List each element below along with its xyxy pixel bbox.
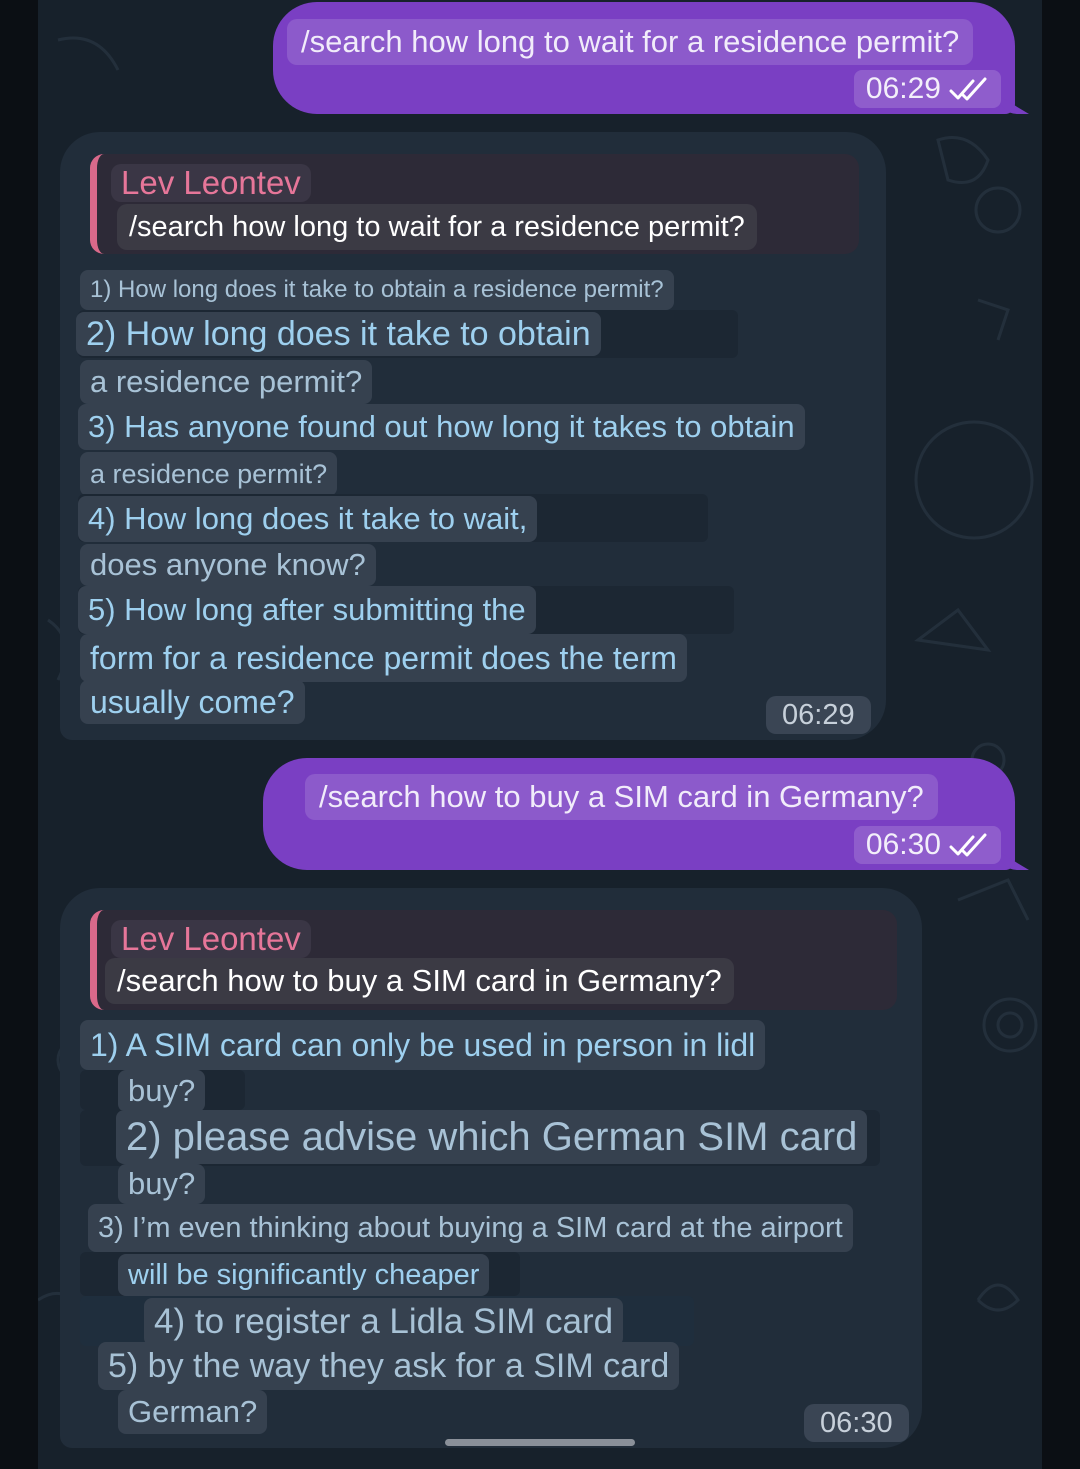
incoming-message-2[interactable]: Lev Leontev /search how to buy a SIM car… [60, 888, 922, 1448]
message-time: 06:29 [865, 72, 941, 105]
result-line: does anyone know? [80, 544, 376, 586]
result-line: form for a residence permit does the ter… [80, 634, 687, 682]
incoming-message-1[interactable]: Lev Leontev /search how long to wait for… [60, 132, 886, 740]
result-line: German? [118, 1390, 268, 1434]
result-line: 4) to register a Lidla SIM card [144, 1298, 624, 1346]
message-time: 06:29 [766, 696, 871, 734]
result-line: 1) How long does it take to obtain a res… [80, 270, 674, 310]
result-line: buy? [118, 1070, 206, 1112]
quote-author: Lev Leontev [111, 920, 311, 958]
result-line: usually come? [80, 680, 305, 724]
result-line: a residence permit? [80, 452, 338, 496]
chat-screen: /search how long to wait for a residence… [38, 0, 1042, 1469]
message-text: /search how to buy a SIM card in Germany… [305, 774, 938, 820]
quote-author: Lev Leontev [111, 164, 311, 202]
result-line: 3) Has anyone found out how long it take… [78, 404, 805, 450]
message-time: 06:30 [804, 1404, 909, 1442]
result-line: 3) I’m even thinking about buying a SIM … [88, 1204, 853, 1252]
outgoing-message-2[interactable]: /search how to buy a SIM card in Germany… [263, 758, 1029, 870]
result-line: 5) How long after submitting the [78, 586, 536, 634]
quote-text: /search how long to wait for a residence… [117, 204, 757, 250]
result-line: 4) How long does it take to wait, [78, 496, 538, 542]
outgoing-message-1[interactable]: /search how long to wait for a residence… [273, 2, 1029, 114]
reply-quote[interactable]: Lev Leontev /search how long to wait for… [90, 154, 859, 254]
quote-text: /search how to buy a SIM card in Germany… [105, 958, 734, 1004]
result-line: will be significantly cheaper [118, 1254, 490, 1296]
result-line: a residence permit? [80, 360, 373, 404]
result-line: buy? [118, 1164, 206, 1204]
result-line: 1) A SIM card can only be used in person… [80, 1020, 766, 1070]
message-meta: 06:30 [853, 826, 1001, 864]
message-time: 06:30 [865, 828, 941, 861]
message-text: /search how long to wait for a residence… [287, 19, 974, 65]
result-line: 2) please advise which German SIM card [116, 1110, 868, 1164]
double-check-icon [949, 833, 989, 857]
result-line: 5) by the way they ask for a SIM card [98, 1342, 680, 1390]
home-indicator[interactable] [445, 1439, 635, 1446]
result-line: 2) How long does it take to obtain [76, 312, 601, 356]
reply-quote[interactable]: Lev Leontev /search how to buy a SIM car… [90, 910, 897, 1010]
message-meta: 06:29 [853, 70, 1001, 108]
double-check-icon [949, 77, 989, 101]
